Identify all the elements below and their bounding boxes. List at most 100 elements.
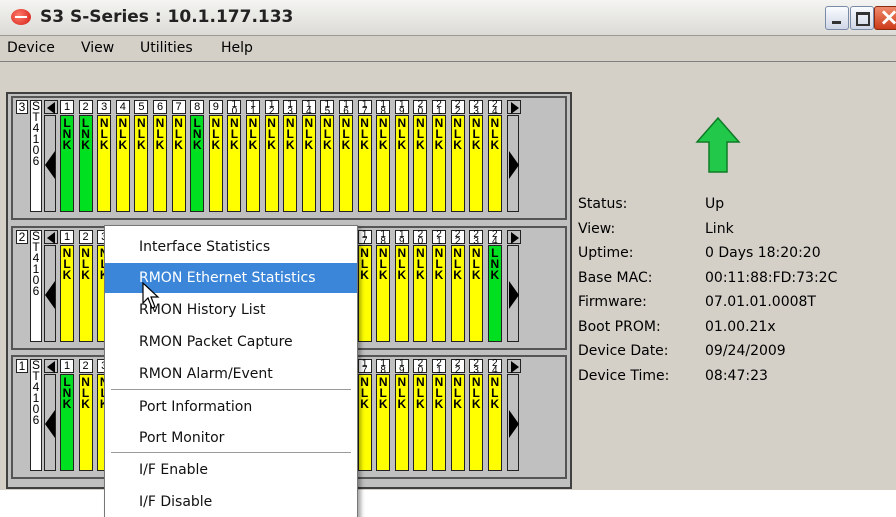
menu-divider <box>0 61 896 62</box>
port-status-led[interactable]: LNK <box>487 245 502 342</box>
scroll-left-button[interactable] <box>44 374 56 471</box>
port-number: 17 <box>357 100 372 117</box>
status-value: 07.01.01.0008T <box>705 294 816 310</box>
port-status-led[interactable]: NLK <box>394 245 409 342</box>
port-status-led[interactable]: NLK <box>320 115 335 212</box>
app-logo-icon <box>11 9 31 25</box>
scroll-left-button[interactable] <box>44 115 56 212</box>
context-menu-item[interactable]: Port Monitor <box>105 423 357 453</box>
context-menu-item[interactable]: RMON Packet Capture <box>105 327 357 357</box>
port-number: 21 <box>432 230 446 247</box>
right-triangle-icon <box>511 361 519 373</box>
status-label: View: <box>578 220 616 237</box>
port-number: 11 <box>246 100 260 117</box>
window-title: S3 S-Series : 10.1.177.133 <box>40 7 294 27</box>
port-status-led[interactable]: NLK <box>171 115 186 212</box>
menu-separator <box>111 452 351 453</box>
port-number: 18 <box>376 230 391 247</box>
port-status-led[interactable]: LNK <box>60 115 74 212</box>
context-menu-item-label: RMON Packet Capture <box>139 334 293 350</box>
port-status-led[interactable]: NLK <box>60 245 74 342</box>
scroll-left-button[interactable] <box>44 245 56 342</box>
port-status-led[interactable]: NLK <box>78 374 93 471</box>
port-status-led[interactable]: NLK <box>357 115 372 212</box>
unit-model-label: ST4106 <box>30 230 42 342</box>
scroll-right-button[interactable] <box>507 115 519 212</box>
context-menu-item[interactable]: Interface Statistics <box>105 232 357 262</box>
close-button[interactable] <box>874 3 896 31</box>
menu-device[interactable]: Device <box>7 40 55 56</box>
context-menu-item-label: I/F Disable <box>139 494 213 510</box>
port-status-led[interactable]: NLK <box>78 245 93 342</box>
scroll-left-top[interactable] <box>44 230 58 244</box>
scroll-right-top[interactable] <box>507 230 521 244</box>
port-status-led[interactable]: LNK <box>78 115 93 212</box>
port-status-led[interactable]: NLK <box>246 115 260 212</box>
port-number: 21 <box>432 359 446 376</box>
port-status-led[interactable]: NLK <box>413 115 428 212</box>
menu-view[interactable]: View <box>81 40 114 56</box>
port-status-led[interactable]: NLK <box>450 115 465 212</box>
status-value: Link <box>705 220 734 237</box>
context-menu-item[interactable]: I/F Enable <box>105 455 357 485</box>
menu-help[interactable]: Help <box>221 40 253 56</box>
title-bar[interactable]: S3 S-Series : 10.1.177.133 <box>0 0 896 36</box>
port-status-led[interactable]: NLK <box>264 115 279 212</box>
scroll-right-top[interactable] <box>507 359 521 373</box>
port-status-led[interactable]: NLK <box>97 115 112 212</box>
status-label: Uptime: <box>578 245 634 261</box>
port-status-led[interactable]: NLK <box>301 115 316 212</box>
status-label: Device Date: <box>578 343 669 359</box>
context-menu-item[interactable]: RMON Alarm/Event <box>105 359 357 389</box>
context-menu-item[interactable]: I/F Disable <box>105 487 357 517</box>
port-status-led[interactable]: NLK <box>469 245 484 342</box>
port-status-led[interactable]: NLK <box>432 115 446 212</box>
port-status-led[interactable]: LNK <box>190 115 205 212</box>
minimize-button[interactable] <box>825 6 849 30</box>
port-status-led[interactable]: NLK <box>208 115 223 212</box>
port-status-led[interactable]: NLK <box>469 374 484 471</box>
port-number: 12 <box>264 100 279 117</box>
port-status-led[interactable]: NLK <box>394 115 409 212</box>
port-status-led[interactable]: NLK <box>487 374 502 471</box>
port-number: 23 <box>469 359 484 376</box>
port-status-led[interactable]: NLK <box>339 115 353 212</box>
status-value: 09/24/2009 <box>705 343 786 359</box>
port-status-led[interactable]: NLK <box>227 115 242 212</box>
context-menu-item-label: Port Monitor <box>139 430 225 446</box>
port-status-led[interactable]: NLK <box>469 115 484 212</box>
unit-number: 3 <box>16 100 28 114</box>
status-value: Up <box>705 196 725 212</box>
port-status-led[interactable]: NLK <box>283 115 298 212</box>
port-status-led[interactable]: NLK <box>450 245 465 342</box>
port-status-led[interactable]: NLK <box>357 374 372 471</box>
scroll-left-top[interactable] <box>44 100 58 114</box>
port-status-led[interactable]: NLK <box>376 115 391 212</box>
scroll-right-button[interactable] <box>507 374 519 471</box>
port-status-led[interactable]: NLK <box>413 245 428 342</box>
scroll-left-top[interactable] <box>44 359 58 373</box>
status-up-arrow-icon <box>695 116 741 173</box>
port-status-led[interactable]: NLK <box>432 374 446 471</box>
port-status-led[interactable]: NLK <box>376 374 391 471</box>
port-status-led[interactable]: NLK <box>450 374 465 471</box>
port-number: 5 <box>134 100 149 114</box>
port-number: 8 <box>190 100 205 114</box>
port-status-led[interactable]: NLK <box>115 115 130 212</box>
port-status-led[interactable]: NLK <box>432 245 446 342</box>
port-status-led[interactable]: NLK <box>413 374 428 471</box>
port-status-led[interactable]: NLK <box>153 115 167 212</box>
port-status-led[interactable]: NLK <box>357 245 372 342</box>
maximize-button[interactable] <box>850 6 874 30</box>
unit-number: 2 <box>16 230 28 244</box>
port-status-led[interactable]: NLK <box>376 245 391 342</box>
port-status-led[interactable]: NLK <box>134 115 149 212</box>
scroll-right-top[interactable] <box>507 100 521 114</box>
menu-utilities[interactable]: Utilities <box>140 40 193 56</box>
port-status-led[interactable]: NLK <box>487 115 502 212</box>
context-menu-item[interactable]: Port Information <box>105 392 357 422</box>
port-number: 20 <box>413 359 428 376</box>
scroll-right-button[interactable] <box>507 245 519 342</box>
port-status-led[interactable]: LNK <box>60 374 74 471</box>
port-status-led[interactable]: NLK <box>394 374 409 471</box>
